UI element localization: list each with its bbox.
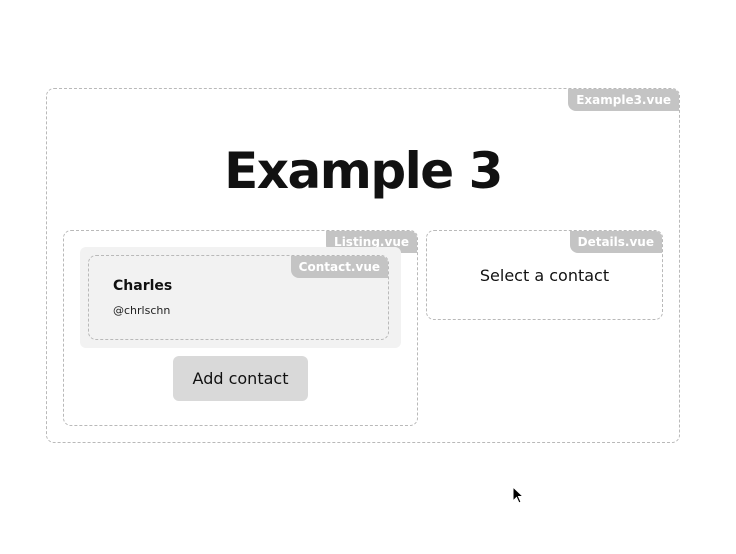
mouse-pointer-icon: [512, 486, 524, 504]
details-placeholder: Select a contact: [479, 266, 610, 285]
contact-name: Charles: [113, 278, 173, 294]
contact-component-tag: Contact.vue: [290, 256, 388, 278]
example3-component-tag: Example3.vue: [568, 89, 679, 111]
details-component: Details.vue Select a contact: [426, 230, 663, 320]
contact-handle: @chrlschn: [113, 304, 171, 317]
details-component-tag: Details.vue: [569, 231, 662, 253]
page-title: Example 3: [224, 142, 503, 200]
contact-component[interactable]: Contact.vue Charles @chrlschn: [88, 255, 389, 340]
add-contact-button[interactable]: Add contact: [173, 356, 308, 401]
